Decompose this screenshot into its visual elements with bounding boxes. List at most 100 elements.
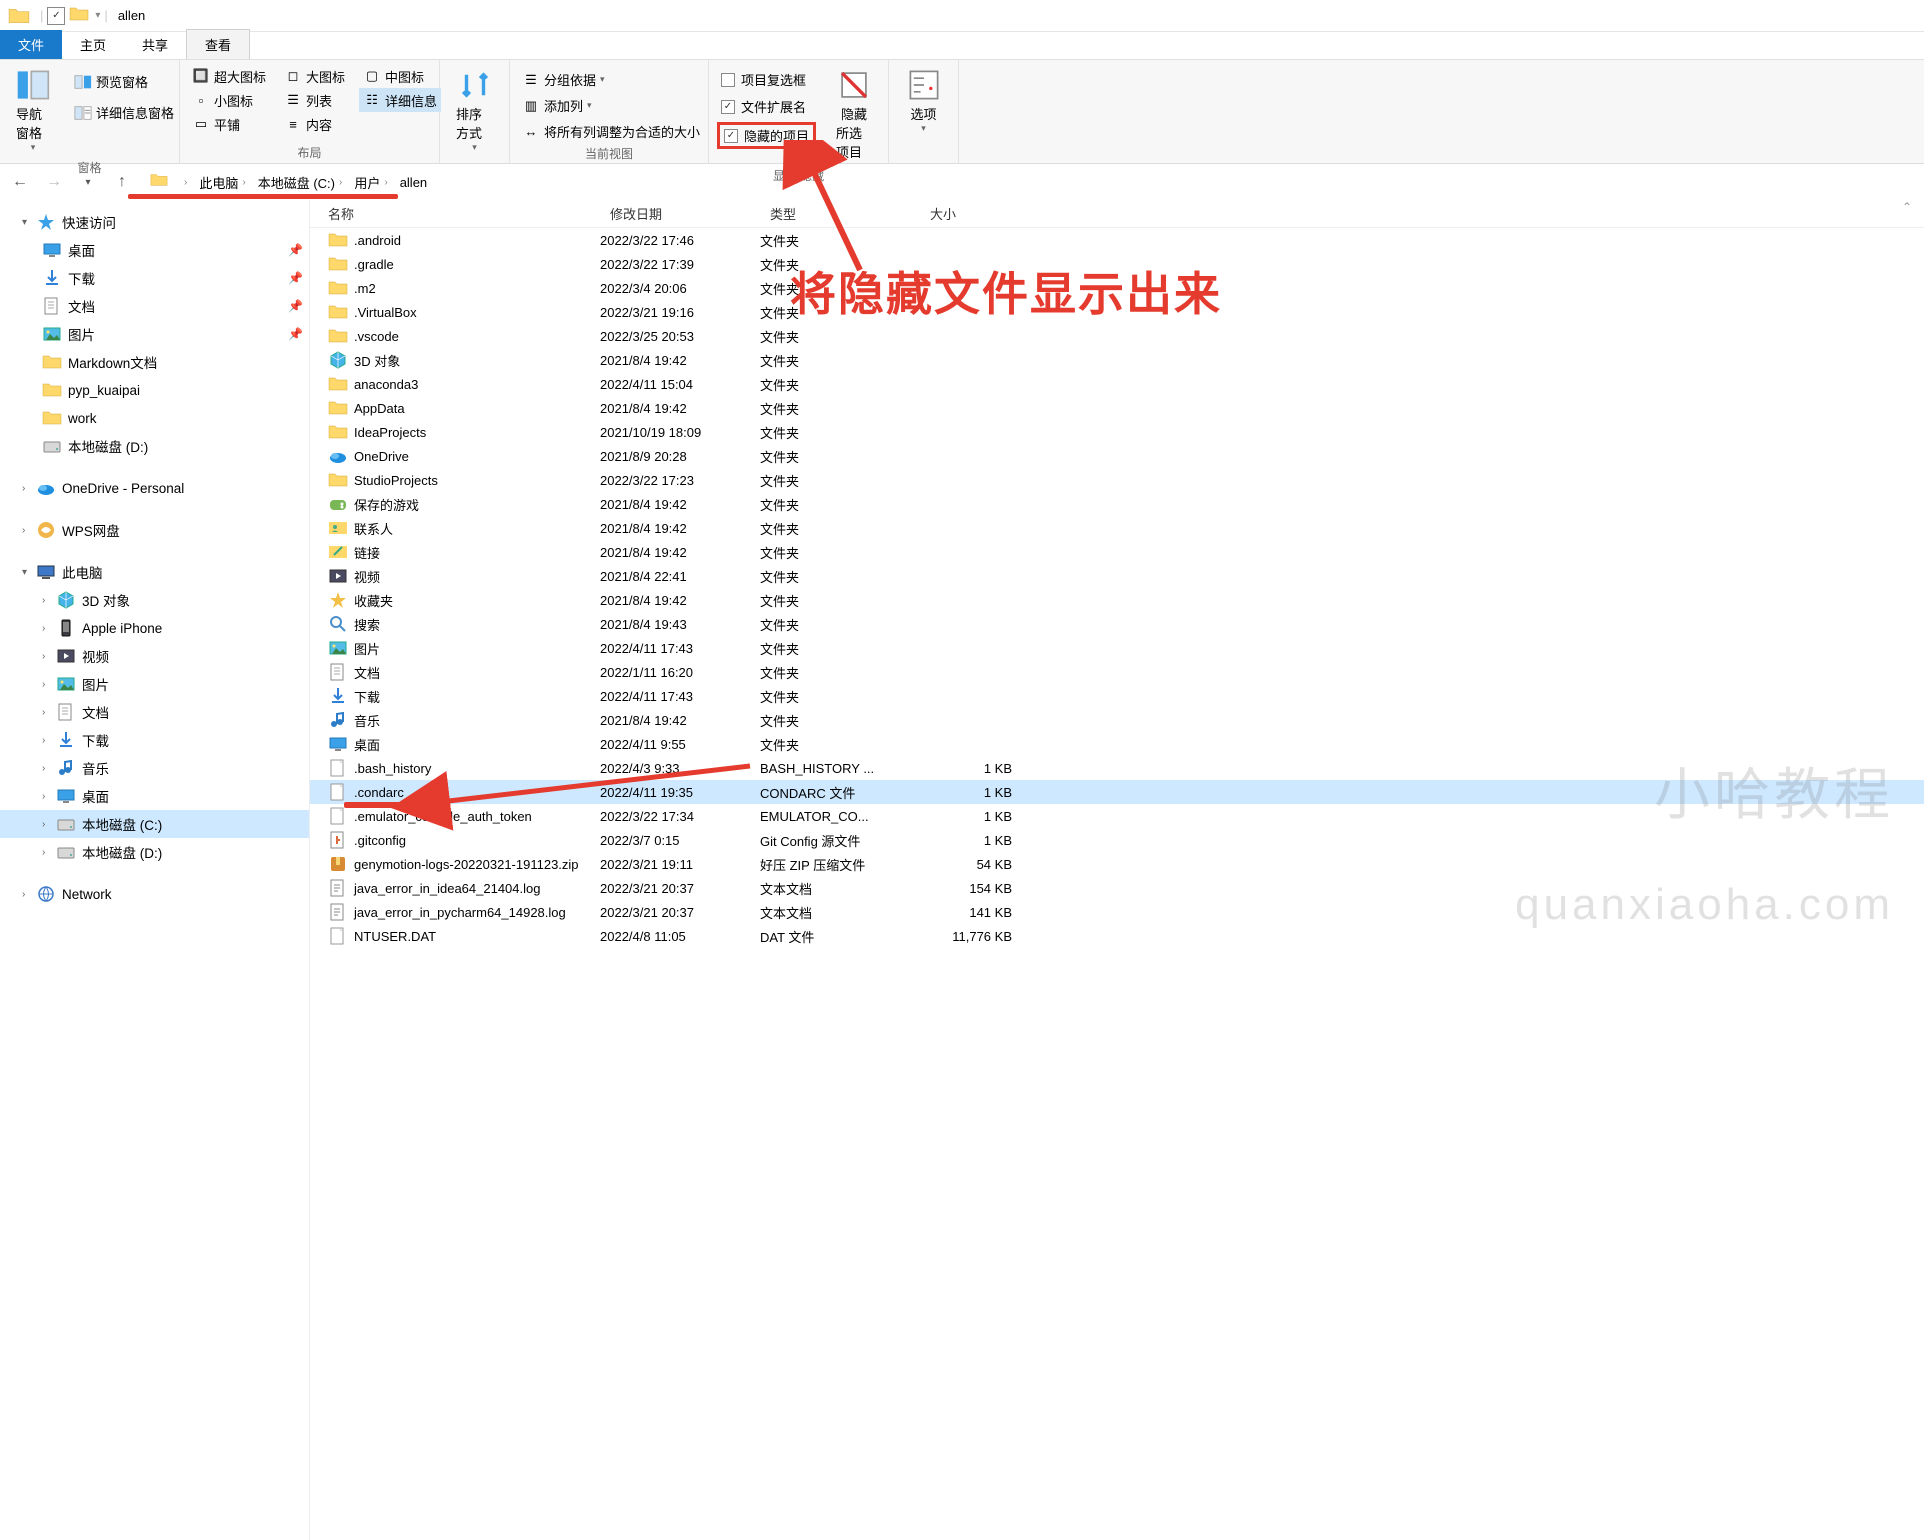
col-name[interactable]: 名称 (310, 204, 600, 223)
qat-dropdown-icon[interactable]: ▾ (95, 10, 100, 21)
folder-icon (328, 302, 348, 322)
pc-item[interactable]: ›本地磁盘 (D:) (0, 838, 309, 866)
pc-item[interactable]: ›文档 (0, 698, 309, 726)
network[interactable]: ›Network (0, 880, 309, 908)
file-row[interactable]: 音乐 2021/8/4 19:42 文件夹 (310, 708, 1924, 732)
tab-home[interactable]: 主页 (62, 30, 124, 59)
layout-tile[interactable]: ▭平铺 (188, 112, 270, 136)
file-row[interactable]: IdeaProjects 2021/10/19 18:09 文件夹 (310, 420, 1924, 444)
pc-item[interactable]: ›桌面 (0, 782, 309, 810)
layout-md[interactable]: ▢中图标 (359, 64, 441, 88)
file-row[interactable]: 视频 2021/8/4 22:41 文件夹 (310, 564, 1924, 588)
col-size[interactable]: 大小 (920, 204, 1030, 223)
file-row[interactable]: 图片 2022/4/11 17:43 文件夹 (310, 636, 1924, 660)
pc-item[interactable]: ›3D 对象 (0, 586, 309, 614)
layout-lg[interactable]: ◻大图标 (280, 64, 349, 88)
onedrive[interactable]: ›OneDrive - Personal (0, 474, 309, 502)
layout-details[interactable]: ☷详细信息 (359, 88, 441, 112)
file-type: 文件夹 (760, 495, 920, 514)
file-row[interactable]: AppData 2021/8/4 19:42 文件夹 (310, 396, 1924, 420)
file-row[interactable]: 搜索 2021/8/4 19:43 文件夹 (310, 612, 1924, 636)
file-row[interactable]: 3D 对象 2021/8/4 19:42 文件夹 (310, 348, 1924, 372)
group-by-button[interactable]: ☰分组依据 ▾ (518, 68, 704, 91)
pc-item[interactable]: ›音乐 (0, 754, 309, 782)
tab-share[interactable]: 共享 (124, 30, 186, 59)
file-name: .android (354, 233, 401, 248)
file-row[interactable]: 联系人 2021/8/4 19:42 文件夹 (310, 516, 1924, 540)
item-checkboxes-toggle[interactable]: 项目复选框 (717, 68, 816, 91)
music-icon (56, 758, 76, 778)
quick-item[interactable]: 文档📌 (0, 292, 309, 320)
layout-list[interactable]: ☰列表 (280, 88, 349, 112)
crumb-allen[interactable]: allen (394, 175, 433, 190)
qat-checkbox-icon[interactable] (47, 7, 65, 25)
hide-selected-button[interactable]: 隐藏 所选项目 (828, 64, 880, 165)
file-row[interactable]: anaconda3 2022/4/11 15:04 文件夹 (310, 372, 1924, 396)
pc-item[interactable]: ›本地磁盘 (C:) (0, 810, 309, 838)
file-name: 视频 (354, 567, 380, 586)
file-name: IdeaProjects (354, 425, 426, 440)
fit-columns-button[interactable]: ↔将所有列调整为合适的大小 (518, 120, 704, 143)
pc-item[interactable]: ›Apple iPhone (0, 614, 309, 642)
file-row[interactable]: 保存的游戏 2021/8/4 19:42 文件夹 (310, 492, 1924, 516)
quick-item[interactable]: 桌面📌 (0, 236, 309, 264)
layout-sm[interactable]: ▫小图标 (188, 88, 270, 112)
file-row[interactable]: genymotion-logs-20220321-191123.zip 2022… (310, 852, 1924, 876)
options-button[interactable]: 选项 ▾ (899, 64, 949, 138)
quick-item[interactable]: Markdown文档 (0, 348, 309, 376)
address-bar-row: ← → ▾ ↑ › 此电脑› 本地磁盘 (C:)› 用户› allen (0, 164, 1924, 200)
quick-item[interactable]: work (0, 404, 309, 432)
title-bar: | ▾ | allen (0, 0, 1924, 32)
recent-dropdown[interactable]: ▾ (76, 170, 100, 194)
details-pane-button[interactable]: 详细信息窗格 (70, 101, 178, 124)
col-type[interactable]: 类型 (760, 204, 920, 223)
file-name: anaconda3 (354, 377, 418, 392)
preview-pane-button[interactable]: 预览窗格 (70, 70, 178, 93)
address-bar[interactable]: › 此电脑› 本地磁盘 (C:)› 用户› allen (144, 168, 433, 196)
file-row[interactable]: StudioProjects 2022/3/22 17:23 文件夹 (310, 468, 1924, 492)
file-date: 2021/8/4 19:42 (600, 713, 760, 728)
back-button[interactable]: ← (8, 170, 32, 194)
sort-button[interactable]: 排序方式 ▾ (448, 64, 501, 157)
file-row[interactable]: 收藏夹 2021/8/4 19:42 文件夹 (310, 588, 1924, 612)
pc-item[interactable]: ›下载 (0, 726, 309, 754)
quick-item[interactable]: 图片📌 (0, 320, 309, 348)
folder-icon (328, 470, 348, 490)
crumb-drive[interactable]: 本地磁盘 (C:)› (252, 173, 349, 192)
pc-item[interactable]: ›图片 (0, 670, 309, 698)
column-headers[interactable]: 名称 修改日期 类型 大小 (310, 200, 1924, 228)
add-columns-button[interactable]: ▥添加列 ▾ (518, 94, 704, 117)
col-date[interactable]: 修改日期 (600, 204, 760, 223)
phone-icon (56, 618, 76, 638)
file-extensions-toggle[interactable]: 文件扩展名 (717, 95, 816, 118)
file-row[interactable]: 文档 2022/1/11 16:20 文件夹 (310, 660, 1924, 684)
quick-item[interactable]: 本地磁盘 (D:) (0, 432, 309, 460)
file-row[interactable]: .android 2022/3/22 17:46 文件夹 (310, 228, 1924, 252)
file-row[interactable]: .vscode 2022/3/25 20:53 文件夹 (310, 324, 1924, 348)
file-date: 2021/8/4 19:43 (600, 617, 760, 632)
file-row[interactable]: 下载 2022/4/11 17:43 文件夹 (310, 684, 1924, 708)
hidden-items-toggle[interactable]: 隐藏的项目 (717, 122, 816, 149)
group-label-curview: 当前视图 (518, 143, 700, 164)
tab-file[interactable]: 文件 (0, 30, 62, 59)
wps-drive[interactable]: ›WPS网盘 (0, 516, 309, 544)
layout-content[interactable]: ≡内容 (280, 112, 349, 136)
tab-view[interactable]: 查看 (186, 29, 250, 59)
file-type: 文件夹 (760, 639, 920, 658)
file-row[interactable]: OneDrive 2021/8/9 20:28 文件夹 (310, 444, 1924, 468)
navigation-pane[interactable]: ▾快速访问 桌面📌下载📌文档📌图片📌Markdown文档pyp_kuaipaiw… (0, 200, 310, 1540)
pc-item[interactable]: ›视频 (0, 642, 309, 670)
file-row[interactable]: 链接 2021/8/4 19:42 文件夹 (310, 540, 1924, 564)
crumb-thispc[interactable]: 此电脑› (193, 173, 251, 192)
forward-button[interactable]: → (42, 170, 66, 194)
column-chevron-icon[interactable]: ⌃ (1902, 200, 1914, 212)
crumb-users[interactable]: 用户› (348, 173, 393, 192)
layout-xl[interactable]: 🔲超大图标 (188, 64, 270, 88)
quick-access[interactable]: ▾快速访问 (0, 208, 309, 236)
quick-item[interactable]: pyp_kuaipai (0, 376, 309, 404)
file-row[interactable]: .gitconfig 2022/3/7 0:15 Git Config 源文件 … (310, 828, 1924, 852)
quick-item[interactable]: 下载📌 (0, 264, 309, 292)
nav-pane-button[interactable]: 导航窗格 ▾ (8, 64, 58, 157)
this-pc[interactable]: ▾此电脑 (0, 558, 309, 586)
up-button[interactable]: ↑ (110, 170, 134, 194)
